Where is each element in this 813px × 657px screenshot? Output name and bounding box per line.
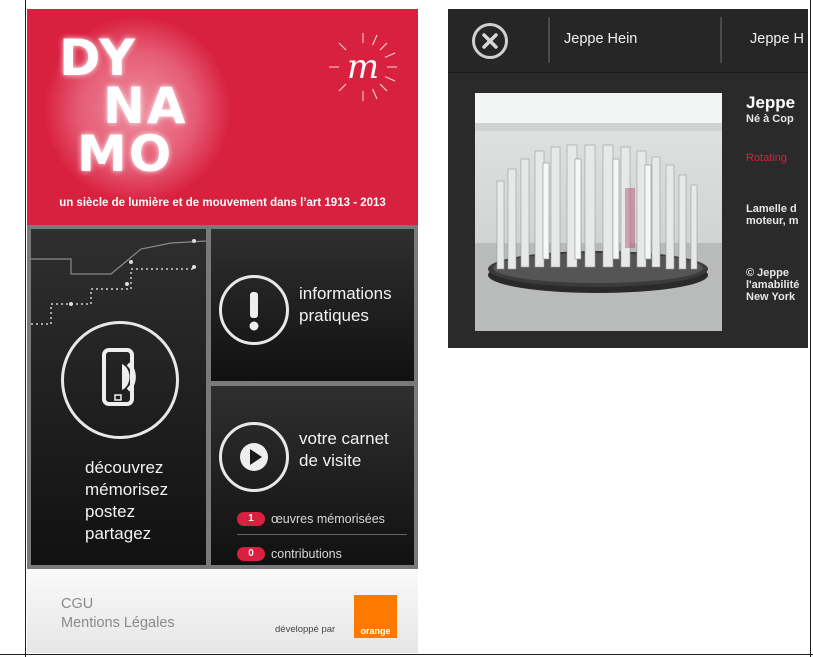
discover-text: découvrez mémorisez postez partagez bbox=[85, 457, 168, 545]
info-line-2: pratiques bbox=[299, 306, 369, 325]
dynamo-logo-line-3: MO bbox=[77, 125, 174, 183]
home-screen: DY NA MO m un siècle de lumière et de mo… bbox=[27, 9, 418, 653]
frame-right-line bbox=[810, 0, 811, 657]
carnet-divider bbox=[237, 534, 407, 535]
frame-bottom-line bbox=[0, 654, 813, 655]
artwork-title: Rotating bbox=[746, 152, 787, 164]
orange-logo: orange bbox=[354, 595, 397, 638]
museum-m-logo-icon: m bbox=[329, 33, 397, 101]
info-line-1: informations bbox=[299, 284, 392, 303]
artist-birthplace: Né à Cop bbox=[746, 113, 794, 125]
orange-logo-text: orange bbox=[360, 626, 391, 636]
discover-tile[interactable]: découvrez mémorisez postez partagez bbox=[31, 229, 206, 565]
phone-sound-ring bbox=[61, 321, 179, 439]
contributions-row[interactable]: 0 contributions bbox=[237, 547, 342, 561]
play-ring bbox=[219, 422, 289, 492]
oeuvres-count-badge: 1 bbox=[237, 512, 265, 526]
discover-line-2: mémorisez bbox=[85, 480, 169, 499]
artwork-description-line-1: Lamelle d bbox=[746, 203, 797, 215]
artwork-description-line-2: moteur, m bbox=[746, 215, 799, 227]
cgu-link[interactable]: CGU bbox=[61, 596, 93, 612]
contributions-count-badge: 0 bbox=[237, 547, 265, 561]
oeuvres-label: œuvres mémorisées bbox=[271, 512, 385, 526]
carnet-line-2: de visite bbox=[299, 451, 362, 470]
contributions-label: contributions bbox=[271, 547, 342, 561]
mentions-legales-link[interactable]: Mentions Légales bbox=[61, 615, 175, 631]
developed-by-label: développé par bbox=[275, 624, 336, 635]
frame-left-line bbox=[25, 0, 26, 657]
close-button[interactable] bbox=[472, 23, 508, 59]
discover-line-4: partagez bbox=[85, 524, 152, 543]
close-icon bbox=[482, 33, 498, 49]
rotating-pillars-artwork bbox=[475, 93, 722, 331]
play-icon bbox=[240, 443, 268, 471]
detail-screen: Jeppe Hein Jeppe H Jeppe Né à Cop Rotati… bbox=[448, 9, 808, 348]
info-text: informations pratiques bbox=[299, 283, 392, 327]
carnet-line-1: votre carnet bbox=[299, 429, 389, 448]
menu-tiles: découvrez mémorisez postez partagez info… bbox=[27, 225, 418, 569]
carnet-tile[interactable]: votre carnet de visite 1 œuvres mémorisé… bbox=[211, 386, 414, 565]
discover-line-3: postez bbox=[85, 502, 136, 521]
app-header: DY NA MO m un siècle de lumière et de mo… bbox=[27, 9, 418, 225]
tagline: un siècle de lumière et de mouvement dan… bbox=[59, 197, 386, 209]
credit-line-2: l'amabilité bbox=[746, 279, 800, 291]
footer: CGU Mentions Légales développé par orang… bbox=[27, 569, 418, 653]
m-logo-letter: m bbox=[347, 47, 379, 87]
carnet-text: votre carnet de visite bbox=[299, 428, 389, 472]
artwork-image[interactable] bbox=[475, 93, 722, 331]
credit-line-3: New York bbox=[746, 291, 796, 303]
artist-name: Jeppe bbox=[746, 93, 796, 112]
discover-line-1: découvrez bbox=[85, 458, 164, 477]
oeuvres-row[interactable]: 1 œuvres mémorisées bbox=[237, 512, 385, 526]
info-tile[interactable]: informations pratiques bbox=[211, 229, 414, 381]
tab-jeppe-hein-2[interactable]: Jeppe H bbox=[750, 31, 804, 47]
phone-sound-icon bbox=[102, 348, 136, 406]
exclamation-ring bbox=[219, 275, 289, 345]
tab-jeppe-hein[interactable]: Jeppe Hein bbox=[564, 31, 637, 47]
tab-divider bbox=[720, 17, 722, 63]
exclamation-icon bbox=[249, 292, 259, 331]
credit-line-1: © Jeppe bbox=[746, 267, 789, 279]
tab-divider bbox=[548, 17, 550, 63]
detail-top-bar: Jeppe Hein Jeppe H bbox=[448, 9, 808, 73]
